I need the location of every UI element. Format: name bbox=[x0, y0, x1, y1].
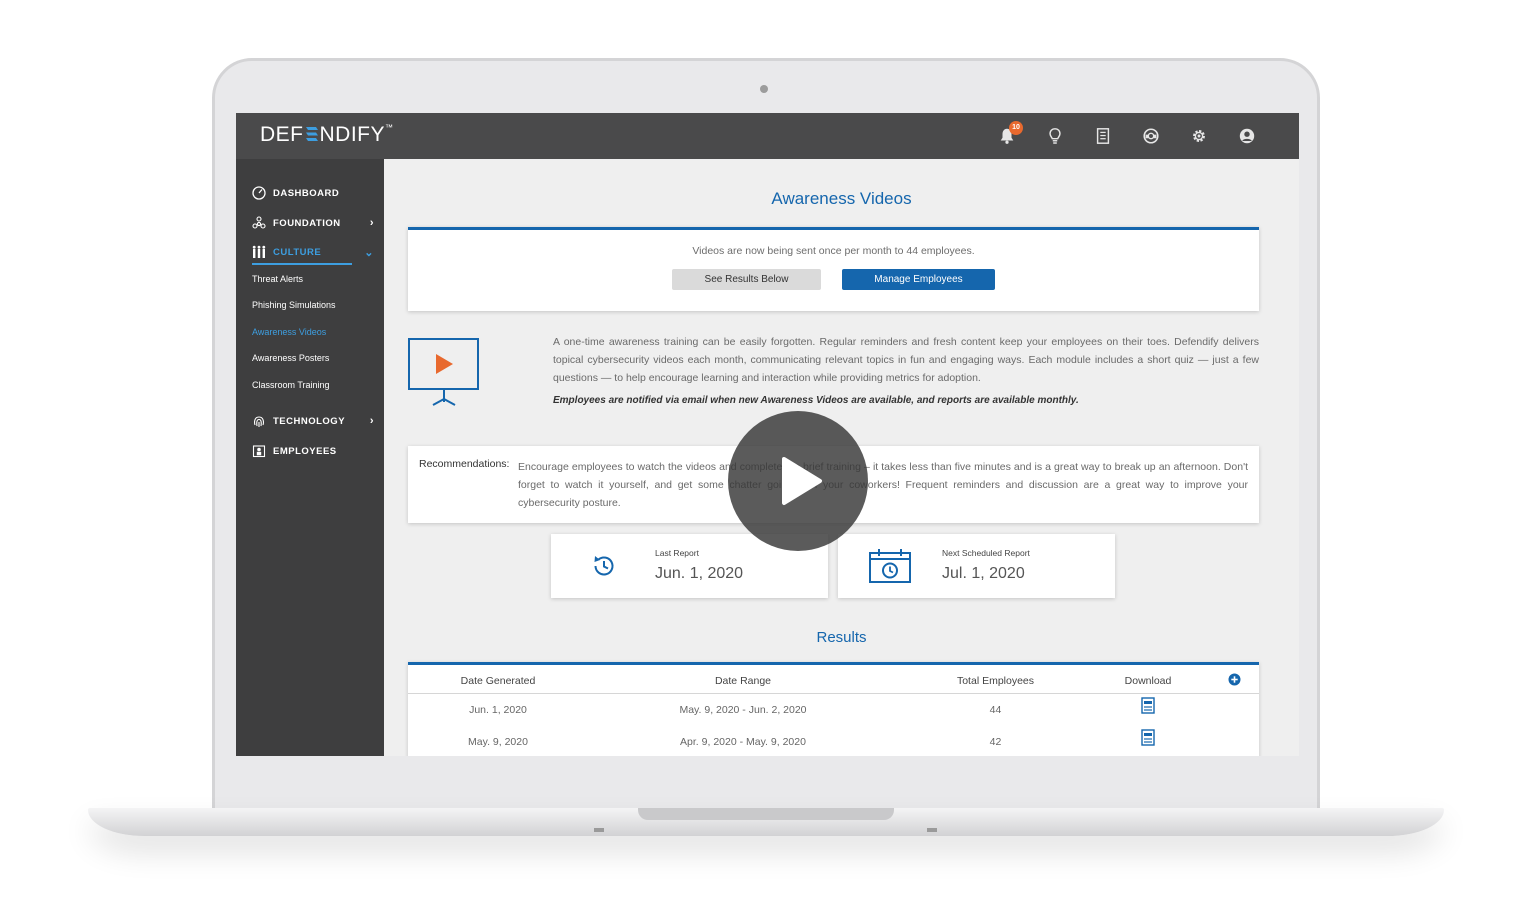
sidebar-subitem-threat-alerts[interactable]: Threat Alerts bbox=[252, 274, 303, 284]
document-icon[interactable] bbox=[1091, 124, 1115, 148]
sidebar-item-label: TECHNOLOGY bbox=[273, 415, 346, 427]
manage-employees-button[interactable]: Manage Employees bbox=[842, 269, 995, 290]
column-header[interactable]: Date Range bbox=[618, 675, 868, 687]
pdf-download-icon[interactable] bbox=[1141, 729, 1155, 746]
sidebar-item-culture[interactable]: CULTURE ⌄ bbox=[252, 245, 374, 259]
sidebar-item-technology[interactable]: TECHNOLOGY › bbox=[252, 414, 374, 428]
logo-tm: ™ bbox=[385, 123, 394, 132]
description-text: A one-time awareness training can be eas… bbox=[553, 336, 1259, 384]
logo-text-left: DEF bbox=[260, 123, 304, 146]
top-icons: 10 bbox=[995, 121, 1259, 148]
camera-dot bbox=[760, 85, 768, 93]
logo-text-right: NDIFY bbox=[319, 123, 385, 146]
sidebar-item-label: FOUNDATION bbox=[273, 217, 341, 229]
sidebar-item-foundation[interactable]: FOUNDATION › bbox=[252, 216, 374, 230]
gauge-icon bbox=[252, 186, 266, 200]
chevron-right-icon: › bbox=[369, 415, 374, 427]
recommendations-label: Recommendations: bbox=[419, 458, 510, 470]
sidebar-subitem-phishing-simulations[interactable]: Phishing Simulations bbox=[252, 300, 336, 310]
page-title: Awareness Videos bbox=[771, 189, 912, 208]
last-report-date: Jun. 1, 2020 bbox=[655, 565, 744, 582]
active-underline bbox=[252, 263, 352, 265]
status-card: Videos are now being sent once per month… bbox=[408, 227, 1259, 311]
chevron-down-icon: ⌄ bbox=[364, 246, 374, 259]
employees-icon bbox=[252, 445, 266, 458]
next-report-date: Jul. 1, 2020 bbox=[942, 565, 1025, 582]
date-range-cell: May. 9, 2020 - Jun. 2, 2020 bbox=[679, 704, 807, 716]
total-employees-cell: 42 bbox=[989, 736, 1002, 748]
sidebar-item-label: DASHBOARD bbox=[273, 187, 340, 199]
next-report-label: Next Scheduled Report bbox=[942, 548, 1030, 558]
date-generated-cell: May. 9, 2020 bbox=[468, 736, 528, 748]
sidebar-subitem-awareness-posters[interactable]: Awareness Posters bbox=[252, 353, 329, 363]
sidebar-subitem-awareness-videos[interactable]: Awareness Videos bbox=[252, 327, 326, 337]
total-employees-cell: 44 bbox=[989, 704, 1002, 716]
results-table: Date Generated Date Range Total Employee… bbox=[408, 662, 1259, 756]
table-header-divider bbox=[408, 693, 1259, 694]
notification-badge: 10 bbox=[1009, 121, 1023, 135]
gear-icon[interactable] bbox=[1187, 124, 1211, 148]
user-icon[interactable] bbox=[1235, 124, 1259, 148]
next-report-card: Next Scheduled Report Jul. 1, 2020 bbox=[838, 534, 1115, 598]
fingerprint-icon bbox=[254, 416, 264, 427]
laptop-foot bbox=[927, 828, 937, 832]
status-text: Videos are now being sent once per month… bbox=[692, 245, 975, 257]
pdf-download-icon[interactable] bbox=[1141, 697, 1155, 714]
logo-mark-icon bbox=[305, 127, 318, 141]
laptop-foot bbox=[594, 828, 604, 832]
chevron-right-icon: › bbox=[369, 217, 374, 229]
column-header[interactable]: Download bbox=[1098, 675, 1198, 687]
date-generated-cell: Jun. 1, 2020 bbox=[469, 704, 527, 716]
date-range-cell: Apr. 9, 2020 - May. 9, 2020 bbox=[680, 736, 806, 748]
column-header[interactable]: Date Generated bbox=[408, 675, 588, 687]
sidebar: DASHBOARD FOUNDATION › CULTURE ⌄ Threat … bbox=[236, 159, 384, 756]
sidebar-item-label: CULTURE bbox=[273, 246, 322, 258]
play-icon bbox=[782, 457, 822, 505]
support-icon[interactable] bbox=[1139, 124, 1163, 148]
network-icon bbox=[252, 216, 266, 229]
notification-notice: Employees are notified via email when ne… bbox=[553, 395, 1079, 406]
sidebar-item-dashboard[interactable]: DASHBOARD bbox=[252, 186, 374, 200]
history-clock-icon bbox=[594, 556, 614, 576]
column-header[interactable]: Total Employees bbox=[918, 675, 1073, 687]
sidebar-item-label: EMPLOYEES bbox=[273, 445, 337, 457]
add-circle-icon[interactable] bbox=[1228, 673, 1241, 686]
last-report-label: Last Report bbox=[655, 548, 699, 558]
video-presentation-icon bbox=[408, 337, 480, 414]
laptop-notch bbox=[638, 808, 894, 820]
results-title: Results bbox=[816, 629, 867, 646]
lightbulb-icon[interactable] bbox=[1043, 124, 1067, 148]
see-results-button[interactable]: See Results Below bbox=[672, 269, 821, 290]
people-icon bbox=[252, 245, 266, 258]
calendar-clock-icon bbox=[869, 549, 911, 583]
recommendations-text: Encourage employees to watch the videos … bbox=[518, 461, 1248, 509]
logo[interactable]: DEF NDIFY™ bbox=[260, 123, 394, 147]
video-play-button[interactable] bbox=[728, 411, 868, 551]
sidebar-subitem-classroom-training[interactable]: Classroom Training bbox=[252, 380, 330, 390]
sidebar-item-employees[interactable]: EMPLOYEES bbox=[252, 444, 374, 458]
bell-icon[interactable]: 10 bbox=[995, 121, 1023, 148]
top-bar: DEF NDIFY™ 10 bbox=[236, 113, 1299, 159]
laptop-bezel-bottom bbox=[215, 756, 1317, 782]
